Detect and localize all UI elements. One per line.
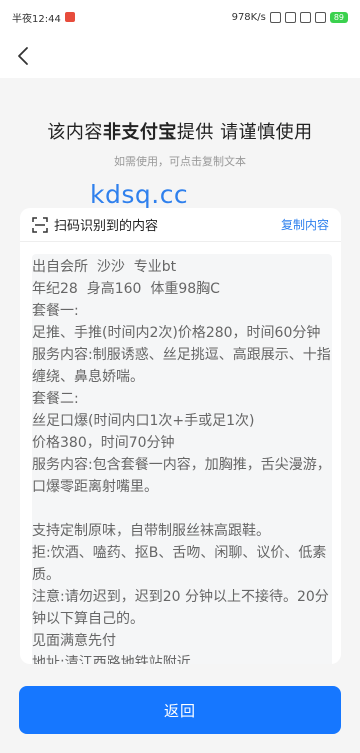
scanned-text-block: 出自会所 沙沙 专业bt 年纪28 身高160 体重98胸C 套餐一: 足推、手… bbox=[32, 254, 332, 664]
content-line: 套餐二: bbox=[32, 391, 79, 407]
app-notification-icon bbox=[64, 12, 75, 22]
nav-bar bbox=[0, 34, 360, 78]
chevron-left-icon bbox=[18, 47, 28, 65]
title-part2: 提供 请谨慎使用 bbox=[176, 122, 313, 143]
content-line: 支持定制原味，自带制服丝袜高跟鞋。 bbox=[32, 523, 270, 539]
scan-result-card: 扫码识别到的内容 复制内容 出自会所 沙沙 专业bt 年纪28 身高160 体重… bbox=[20, 208, 341, 664]
status-left: 半夜12:44 bbox=[12, 10, 75, 25]
content-line: 丝足口爆(时间内口1次+手或足1次) bbox=[32, 413, 255, 429]
title-part1: 该内容 bbox=[47, 122, 103, 143]
content-line: 出自会所 沙沙 专业bt bbox=[32, 259, 177, 275]
content-line: 足推、手推(时间内2次)价格280，时间60分钟 bbox=[32, 325, 321, 341]
alarm-icon bbox=[284, 11, 296, 23]
card-header: 扫码识别到的内容 复制内容 bbox=[20, 208, 341, 242]
content-line: 年纪28 身高160 体重98胸C bbox=[32, 281, 220, 297]
card-title: 扫码识别到的内容 bbox=[54, 219, 159, 234]
wifi-icon bbox=[314, 11, 326, 23]
return-button[interactable]: 返回 bbox=[19, 686, 341, 734]
copy-content-link[interactable]: 复制内容 bbox=[281, 216, 329, 233]
content-line: 拒:饮酒、嗑药、抠B、舌吻、闲聊、议价、低素质。 bbox=[32, 545, 327, 583]
battery-icon: 89 bbox=[329, 11, 348, 23]
watermark-text: kdsq.cc bbox=[90, 180, 189, 209]
status-bar: 半夜12:44 978K/s 89 bbox=[0, 0, 360, 34]
content-line: 见面满意先付 bbox=[32, 633, 116, 649]
scan-icon bbox=[32, 216, 48, 233]
back-button[interactable] bbox=[12, 44, 34, 68]
content-line: 价格380，时间70分钟 bbox=[32, 435, 175, 451]
content-line: 地址:清江西路地铁站附近 bbox=[32, 655, 191, 664]
status-time: 半夜12:44 bbox=[12, 13, 61, 25]
content-line: 服务内容:包含套餐一内容，加胸推，舌尖漫游，口爆零距离射嘴里。 bbox=[32, 457, 331, 495]
network-speed: 978K/s bbox=[231, 11, 266, 23]
content-line: 注意:请勿迟到，迟到20 分钟以上不接待。20分钟以下算自己的。 bbox=[32, 589, 329, 627]
bluetooth-icon bbox=[269, 11, 281, 23]
title-bold: 非支付宝 bbox=[102, 122, 177, 143]
content-line: 套餐一: bbox=[32, 303, 79, 319]
card-header-left: 扫码识别到的内容 bbox=[32, 215, 158, 234]
content-line: 服务内容:制服诱惑、丝足挑逗、高跟展示、十指缠绕、鼻息娇喘。 bbox=[32, 347, 331, 385]
page-title: 该内容非支付宝提供 请谨慎使用 bbox=[0, 118, 360, 144]
signal-icon bbox=[299, 11, 311, 23]
status-right: 978K/s 89 bbox=[231, 11, 348, 23]
page-subtitle: 如需使用，可点击复制文本 bbox=[114, 155, 246, 168]
